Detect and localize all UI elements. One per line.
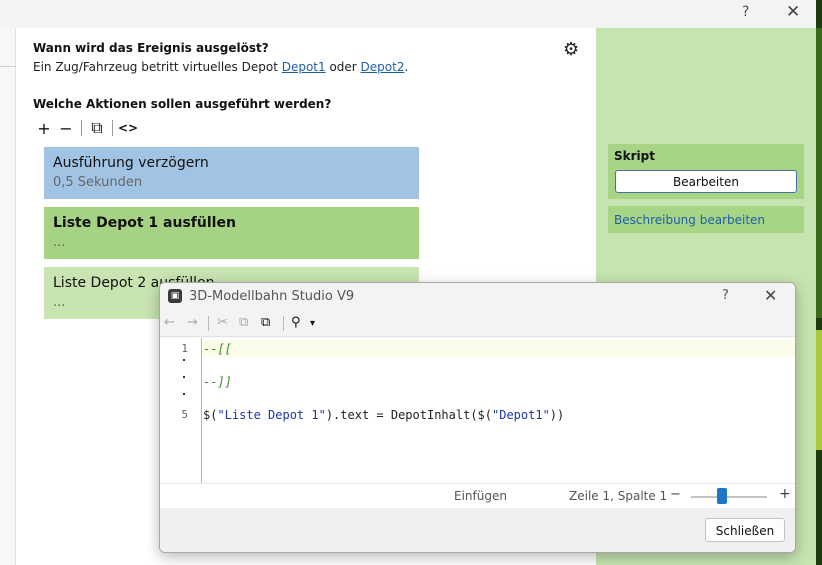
action-item[interactable]: Liste Depot 1 ausfüllen ... xyxy=(44,207,419,259)
code-token: )) xyxy=(549,408,565,422)
search-icon[interactable]: ⚲ xyxy=(291,315,301,330)
code-icon[interactable]: <> xyxy=(117,121,139,135)
divider xyxy=(0,66,16,67)
insert-mode-indicator: Einfügen xyxy=(454,489,507,503)
close-icon[interactable]: ✕ xyxy=(786,2,800,22)
action-subtitle: ... xyxy=(53,235,66,250)
dialog-titlebar[interactable]: ▣ 3D-Modellbahn Studio V9 ? ✕ xyxy=(160,283,795,311)
code-token: ).text = DepotInhalt($( xyxy=(325,408,492,422)
depot1-link[interactable]: Depot1 xyxy=(282,60,326,74)
code-token: $( xyxy=(203,408,218,422)
dialog-title: 3D-Modellbahn Studio V9 xyxy=(189,289,355,304)
copy-icon[interactable]: ⧉ xyxy=(86,118,108,138)
trigger-text-middle: oder xyxy=(325,60,361,74)
editor-toolbar: ← → ✂ ⧉ ⧉ ⚲ ▾ xyxy=(160,311,795,337)
remove-icon[interactable]: − xyxy=(55,119,77,138)
action-item[interactable]: Ausführung verzögern 0,5 Sekunden xyxy=(44,147,419,199)
zoom-in-button[interactable]: + xyxy=(779,486,791,502)
help-icon[interactable]: ? xyxy=(742,4,749,20)
forward-icon[interactable]: → xyxy=(187,315,198,330)
back-icon[interactable]: ← xyxy=(164,315,175,330)
code-line-5: $("Liste Depot 1").text = DepotInhalt($(… xyxy=(203,408,564,422)
edit-description-link[interactable]: Beschreibung bearbeiten xyxy=(614,213,765,227)
add-icon[interactable]: + xyxy=(33,119,55,138)
script-editor-dialog: ▣ 3D-Modellbahn Studio V9 ? ✕ ← → ✂ ⧉ ⧉ … xyxy=(159,282,796,553)
app-icon: ▣ xyxy=(168,289,182,303)
trigger-text-suffix: . xyxy=(404,60,409,74)
toolbar-divider xyxy=(208,316,209,331)
zoom-slider-thumb[interactable] xyxy=(717,488,727,504)
toolbar-divider xyxy=(81,120,82,136)
code-string: "Liste Depot 1" xyxy=(217,408,326,422)
action-subtitle: 0,5 Sekunden xyxy=(53,175,143,190)
actions-question: Welche Aktionen sollen ausgeführt werden… xyxy=(33,97,332,111)
zoom-slider[interactable] xyxy=(691,496,767,498)
cursor-position: Zeile 1, Spalte 1 xyxy=(569,489,668,503)
close-icon[interactable]: ✕ xyxy=(764,286,777,305)
cut-icon[interactable]: ✂ xyxy=(217,315,228,330)
depot2-link[interactable]: Depot2 xyxy=(361,60,405,74)
left-panel-edge xyxy=(0,28,16,565)
paste-icon[interactable]: ⧉ xyxy=(261,315,270,330)
line-number: 5 xyxy=(181,408,188,421)
dialog-footer: Schließen xyxy=(160,508,795,552)
code-editor[interactable]: 1 5 --[[ --]] $("Liste Depot 1").text = … xyxy=(160,338,795,483)
script-label: Skript xyxy=(614,149,655,163)
edit-script-button[interactable]: Bearbeiten xyxy=(615,170,797,193)
gear-icon[interactable]: ⚙ xyxy=(563,39,579,60)
code-line-1: --[[ xyxy=(203,342,232,356)
toolbar-divider xyxy=(283,316,284,331)
line-marker xyxy=(183,359,185,361)
action-title: Ausführung verzögern xyxy=(53,155,209,171)
background-3d-view xyxy=(816,0,822,565)
code-string: "Depot1" xyxy=(492,408,550,422)
trigger-description: Ein Zug/Fahrzeug betritt virtuelles Depo… xyxy=(33,60,408,74)
line-gutter: 1 5 xyxy=(160,338,202,483)
action-title: Liste Depot 1 ausfüllen xyxy=(53,215,236,231)
toolbar-divider xyxy=(112,120,113,136)
chevron-down-icon[interactable]: ▾ xyxy=(310,318,315,329)
zoom-out-button[interactable]: − xyxy=(670,487,681,502)
help-icon[interactable]: ? xyxy=(722,288,729,303)
line-marker xyxy=(183,376,185,378)
current-line-highlight xyxy=(202,340,795,357)
editor-statusbar: Einfügen Zeile 1, Spalte 1 − + xyxy=(160,483,795,508)
close-button[interactable]: Schließen xyxy=(705,518,785,542)
line-number: 1 xyxy=(181,342,188,355)
copy-icon[interactable]: ⧉ xyxy=(239,315,248,330)
trigger-question: Wann wird das Ereignis ausgelöst? xyxy=(33,41,269,55)
line-marker xyxy=(183,393,185,395)
code-line-3: --]] xyxy=(203,375,232,389)
actions-toolbar: + − ⧉ <> xyxy=(33,117,139,139)
trigger-text-prefix: Ein Zug/Fahrzeug betritt virtuelles Depo… xyxy=(33,60,282,74)
